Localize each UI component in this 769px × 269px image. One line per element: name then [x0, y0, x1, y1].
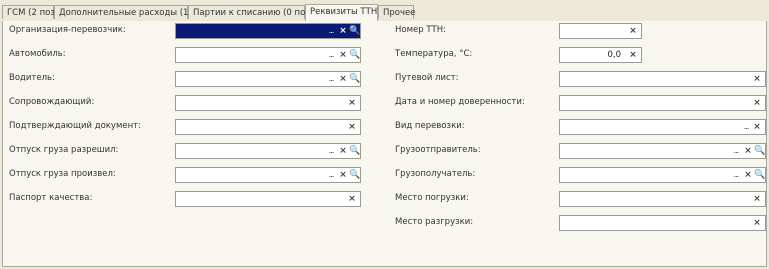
release-allowed-clear-icon[interactable]: × — [338, 146, 348, 156]
release-made-search-icon[interactable]: 🔍 — [349, 170, 360, 180]
temperature-clear-icon[interactable]: × — [628, 50, 638, 60]
shipper-search-icon[interactable]: 🔍 — [754, 146, 765, 156]
escort-label: Сопровождающий: — [9, 97, 95, 107]
loading-place-clear-icon[interactable]: × — [752, 194, 762, 204]
transport-type-field[interactable]: ... × — [559, 119, 766, 135]
carrier-org-search-icon[interactable]: 🔍 — [349, 26, 360, 36]
vehicle-field[interactable]: ... × 🔍 — [175, 47, 361, 63]
tab-other[interactable]: Прочее — [378, 5, 415, 19]
release-made-label: Отпуск груза произвел: — [9, 169, 116, 179]
waybill-label: Путевой лист: — [395, 73, 459, 83]
consignee-field[interactable]: ... × 🔍 — [559, 167, 766, 183]
release-allowed-label: Отпуск груза разрешил: — [9, 145, 119, 155]
release-made-select-icon[interactable]: ... — [326, 170, 336, 180]
carrier-org-clear-icon[interactable]: × — [338, 26, 348, 36]
quality-passport-field[interactable]: × — [175, 191, 361, 207]
shipper-clear-icon[interactable]: × — [743, 146, 753, 156]
consignee-label: Грузополучатель: — [395, 169, 476, 179]
ttn-number-field[interactable]: × — [559, 23, 642, 39]
temperature-label: Температура, °С: — [395, 49, 473, 59]
confirming-doc-label: Подтверждающий документ: — [9, 121, 141, 131]
unloading-place-clear-icon[interactable]: × — [752, 218, 762, 228]
vehicle-select-icon[interactable]: ... — [326, 50, 336, 60]
transport-type-label: Вид перевозки: — [395, 121, 465, 131]
loading-place-label: Место погрузки: — [395, 193, 469, 203]
shipper-label: Грузоотправитель: — [395, 145, 481, 155]
escort-field[interactable]: × — [175, 95, 361, 111]
temperature-value: 0,0 — [607, 50, 621, 60]
loading-place-field[interactable]: × — [559, 191, 766, 207]
unloading-place-field[interactable]: × — [559, 215, 766, 231]
ttn-number-clear-icon[interactable]: × — [628, 26, 638, 36]
tab-additional-expenses[interactable]: Дополнительные расходы (1 поз.) — [54, 5, 212, 19]
release-allowed-select-icon[interactable]: ... — [326, 146, 336, 156]
consignee-clear-icon[interactable]: × — [743, 170, 753, 180]
tab-batches-writeoff[interactable]: Партии к списанию (0 поз.) — [188, 5, 316, 19]
vehicle-label: Автомобиль: — [9, 49, 66, 59]
carrier-org-select-icon[interactable]: ... — [326, 26, 336, 36]
release-allowed-field[interactable]: ... × 🔍 — [175, 143, 361, 159]
waybill-field[interactable]: × — [559, 71, 766, 87]
transport-type-select-icon[interactable]: ... — [741, 122, 751, 132]
driver-search-icon[interactable]: 🔍 — [349, 74, 360, 84]
shipper-field[interactable]: ... × 🔍 — [559, 143, 766, 159]
confirming-doc-clear-icon[interactable]: × — [347, 122, 357, 132]
tab-bar: ГСМ (2 поз.) Дополнительные расходы (1 п… — [2, 4, 767, 22]
quality-passport-label: Паспорт качества: — [9, 193, 93, 203]
transport-type-clear-icon[interactable]: × — [752, 122, 762, 132]
consignee-select-icon[interactable]: ... — [731, 170, 741, 180]
power-of-attorney-clear-icon[interactable]: × — [752, 98, 762, 108]
power-of-attorney-label: Дата и номер доверенности: — [395, 97, 525, 107]
release-made-field[interactable]: ... × 🔍 — [175, 167, 361, 183]
consignee-search-icon[interactable]: 🔍 — [754, 170, 765, 180]
power-of-attorney-field[interactable]: × — [559, 95, 766, 111]
ttn-details-panel: Организация-перевозчик: ... × 🔍 Автомоби… — [2, 21, 767, 267]
driver-label: Водитель: — [9, 73, 55, 83]
release-made-clear-icon[interactable]: × — [338, 170, 348, 180]
shipper-select-icon[interactable]: ... — [731, 146, 741, 156]
tab-ttn-details[interactable]: Реквизиты ТТН — [305, 4, 378, 21]
tab-gsm[interactable]: ГСМ (2 поз.) — [2, 5, 61, 19]
escort-clear-icon[interactable]: × — [347, 98, 357, 108]
vehicle-clear-icon[interactable]: × — [338, 50, 348, 60]
driver-field[interactable]: ... × 🔍 — [175, 71, 361, 87]
waybill-clear-icon[interactable]: × — [752, 74, 762, 84]
confirming-doc-field[interactable]: × — [175, 119, 361, 135]
driver-select-icon[interactable]: ... — [326, 74, 336, 84]
release-allowed-search-icon[interactable]: 🔍 — [349, 146, 360, 156]
temperature-field[interactable]: 0,0 × — [559, 47, 642, 63]
unloading-place-label: Место разгрузки: — [395, 217, 474, 227]
ttn-number-label: Номер ТТН: — [395, 25, 446, 35]
vehicle-search-icon[interactable]: 🔍 — [349, 50, 360, 60]
carrier-org-field[interactable]: ... × 🔍 — [175, 23, 361, 39]
quality-passport-clear-icon[interactable]: × — [347, 194, 357, 204]
carrier-org-label: Организация-перевозчик: — [9, 25, 126, 35]
driver-clear-icon[interactable]: × — [338, 74, 348, 84]
